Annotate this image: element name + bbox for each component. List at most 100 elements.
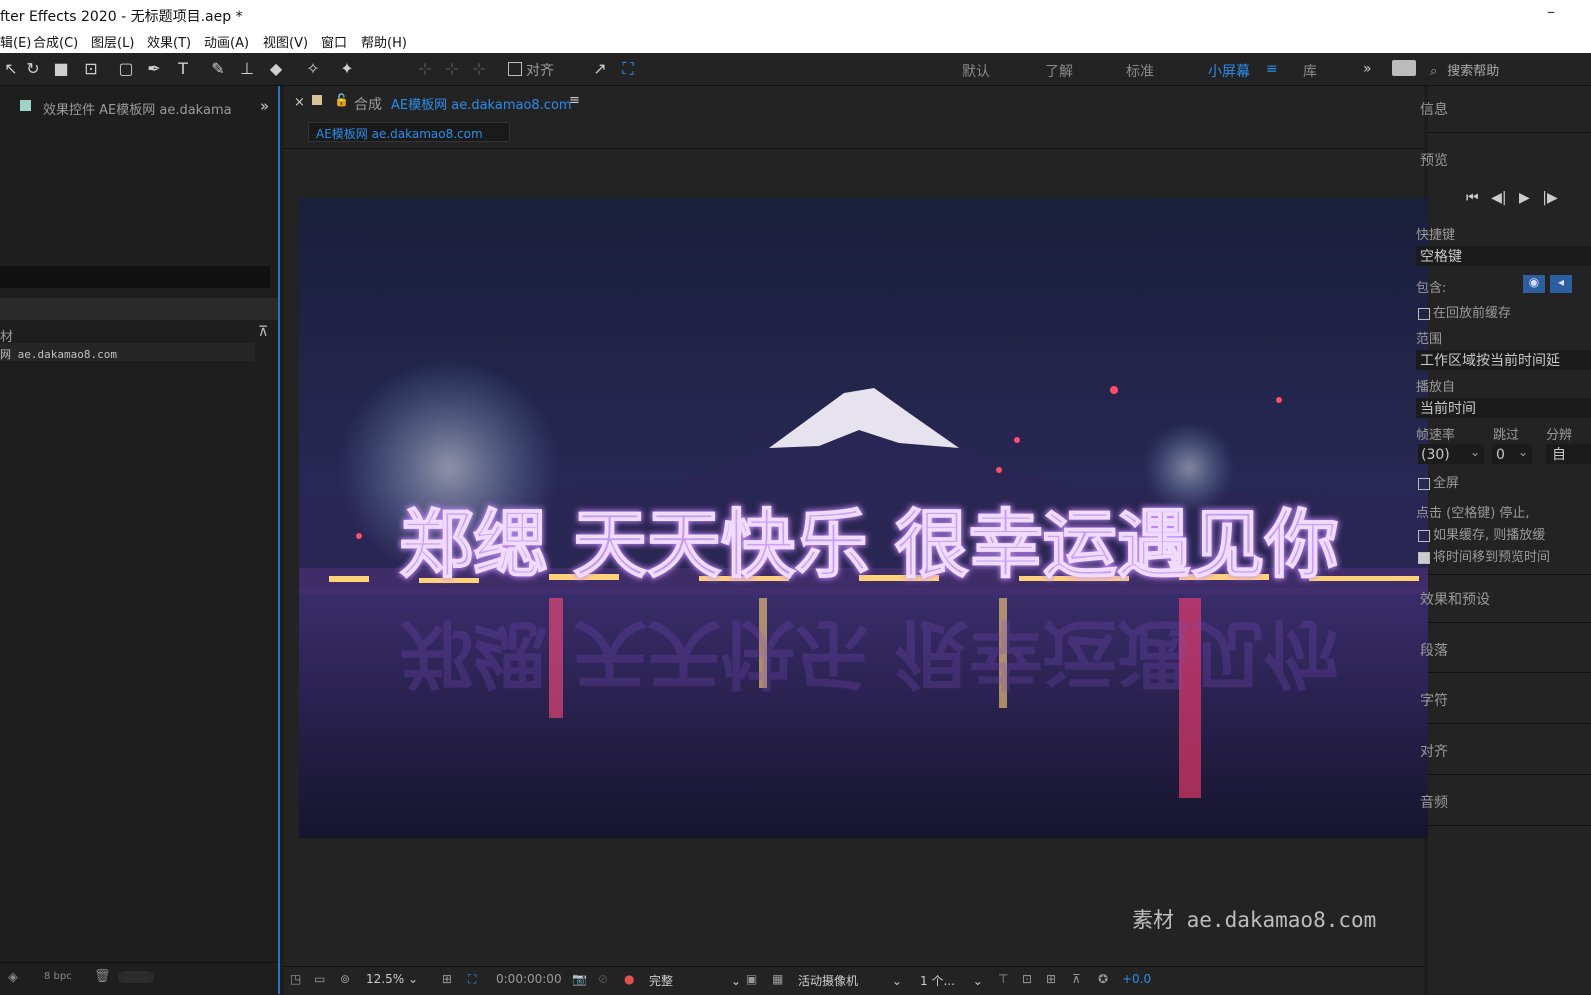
- menu-window[interactable]: 窗口: [321, 32, 347, 51]
- snapshot-icon[interactable]: 📷: [572, 972, 587, 986]
- axis-world-icon[interactable]: ⊹: [441, 59, 463, 79]
- cache-checkbox[interactable]: [1418, 307, 1430, 320]
- project-search-field[interactable]: [0, 266, 270, 288]
- preview-panel-label[interactable]: 预览: [1420, 150, 1448, 170]
- menu-animation[interactable]: 动画(A): [204, 32, 249, 51]
- text-tool-icon[interactable]: T: [172, 59, 194, 79]
- reset-exposure-icon[interactable]: ✪: [1098, 972, 1108, 986]
- selection-tool-icon[interactable]: ↖: [0, 59, 22, 79]
- skip-select[interactable]: 0 ⌄: [1492, 444, 1532, 464]
- workspace-default[interactable]: 默认: [962, 61, 990, 81]
- play-from-select[interactable]: 当前时间: [1416, 398, 1591, 418]
- resolution-preview-select[interactable]: 自: [1546, 444, 1591, 464]
- brush-tool-icon[interactable]: ✎: [207, 59, 229, 79]
- pixel-aspect-icon[interactable]: ⊤: [998, 972, 1008, 986]
- transparency-grid-icon[interactable]: ▦: [772, 972, 783, 986]
- always-preview-icon[interactable]: ◳: [290, 972, 301, 986]
- bit-depth-button[interactable]: 8 bpc: [44, 971, 72, 982]
- menu-layer[interactable]: 图层(L): [91, 32, 134, 51]
- puppet-tool-icon[interactable]: ✦: [336, 59, 358, 79]
- camera-select[interactable]: 活动摄像机 ⌄: [798, 972, 902, 989]
- comp-tab-name[interactable]: AE模板网 ae.dakamao8.com: [391, 94, 572, 113]
- snap-icon[interactable]: ↗: [589, 59, 611, 79]
- pan-behind-tool-icon[interactable]: ⊡: [80, 59, 102, 79]
- audio-panel-label[interactable]: 音频: [1420, 792, 1448, 812]
- trash-icon[interactable]: 🗑: [94, 969, 111, 984]
- composition-viewer[interactable]: 郑缌 天天快乐 很幸运遇见你 郑缌 天天快乐 很幸运遇见你 郑缌 天天快乐 很幸…: [299, 198, 1439, 838]
- pen-tool-icon[interactable]: ✒: [143, 59, 165, 79]
- help-search[interactable]: ⌕ 搜索帮助: [1430, 60, 1591, 79]
- move-time-checkbox[interactable]: [1418, 551, 1430, 564]
- workspace-menu-icon[interactable]: ≡: [1266, 61, 1278, 77]
- mask-visibility-icon[interactable]: ⛶: [468, 972, 476, 987]
- zoom-select[interactable]: 12.5% ⌄: [366, 972, 418, 986]
- video-toggle-icon[interactable]: ◉: [1523, 275, 1545, 293]
- comp-tab-prefix[interactable]: 合成: [354, 94, 382, 114]
- minimize-button[interactable]: –: [1547, 2, 1555, 21]
- exposure-value[interactable]: +0.0: [1122, 972, 1151, 986]
- axis-view-icon[interactable]: ⊹: [468, 59, 490, 79]
- menu-view[interactable]: 视图(V): [263, 32, 308, 51]
- snap-options-icon[interactable]: ⛶: [617, 59, 639, 79]
- move-time-option[interactable]: 将时间移到预览时间: [1418, 546, 1550, 565]
- project-item-row[interactable]: 网 ae.dakamao8.com: [0, 343, 255, 361]
- flowchart-icon[interactable]: ⊼: [258, 324, 268, 340]
- range-select[interactable]: 工作区域按当前时间延: [1416, 350, 1591, 370]
- axis-local-icon[interactable]: ⊹: [414, 59, 436, 79]
- interpret-footage-icon[interactable]: ◈: [8, 970, 18, 985]
- shortcut-select[interactable]: 空格键: [1416, 246, 1591, 266]
- if-cached-checkbox[interactable]: [1418, 529, 1430, 542]
- resolution-select[interactable]: 完整 ⌄: [649, 972, 741, 989]
- rotate-tool-icon[interactable]: ↻: [22, 59, 44, 79]
- fast-previews-icon[interactable]: ⊡: [1022, 972, 1032, 986]
- menu-edit[interactable]: 辑(E): [0, 32, 31, 51]
- 3d-glasses-icon[interactable]: ⊚: [340, 972, 350, 986]
- timeline-icon[interactable]: ⊞: [1046, 972, 1056, 986]
- info-panel-label[interactable]: 信息: [1420, 99, 1448, 119]
- views-select[interactable]: 1 个... ⌄: [920, 972, 983, 989]
- play-icon[interactable]: ▶: [1519, 190, 1530, 206]
- audio-toggle-icon[interactable]: ◂: [1550, 275, 1572, 293]
- fullscreen-checkbox[interactable]: [1418, 477, 1430, 490]
- character-label[interactable]: 字符: [1420, 690, 1448, 710]
- effect-controls-tab[interactable]: 效果控件 AE模板网 ae.dakama: [43, 99, 232, 118]
- workspace-standard[interactable]: 标准: [1126, 61, 1154, 81]
- fps-select[interactable]: (30) ⌄: [1418, 444, 1484, 464]
- rectangle-tool-icon[interactable]: ▢: [115, 59, 137, 79]
- safe-zones-icon[interactable]: ⊞: [442, 972, 452, 986]
- timecode[interactable]: 0:00:00:00: [496, 972, 562, 986]
- align-checkbox[interactable]: [508, 62, 522, 76]
- menu-effect[interactable]: 效果(T): [147, 32, 191, 51]
- first-frame-icon[interactable]: ⏮: [1466, 190, 1479, 206]
- workspace-overflow-icon[interactable]: »: [1363, 61, 1372, 77]
- fullscreen-option[interactable]: 全屏: [1418, 472, 1459, 491]
- workspace-learn[interactable]: 了解: [1045, 61, 1073, 81]
- align-panel-label[interactable]: 对齐: [1420, 741, 1448, 761]
- roto-brush-tool-icon[interactable]: ✧: [302, 59, 324, 79]
- color-channel-icon[interactable]: ●: [624, 972, 634, 986]
- comp-breadcrumb[interactable]: AE模板网 ae.dakamao8.com: [308, 122, 510, 142]
- workspace-library[interactable]: 库: [1303, 61, 1317, 81]
- lock-icon[interactable]: 🔓: [334, 93, 349, 107]
- cache-before-playback[interactable]: 在回放前缓存: [1418, 302, 1511, 321]
- next-frame-icon[interactable]: |▶: [1542, 190, 1557, 206]
- workspace-small-screen[interactable]: 小屏幕: [1208, 61, 1250, 81]
- camera-tool-icon[interactable]: ■: [50, 59, 72, 79]
- menu-help[interactable]: 帮助(H): [361, 32, 407, 51]
- monitor-icon[interactable]: ▭: [314, 972, 325, 986]
- show-snapshot-icon[interactable]: ⊘: [598, 972, 608, 986]
- menu-composition[interactable]: 合成(C): [33, 32, 78, 51]
- comp-panel-menu-icon[interactable]: ≡: [569, 93, 580, 108]
- prev-frame-icon[interactable]: ◀|: [1491, 190, 1506, 206]
- sync-settings-icon[interactable]: [1392, 60, 1416, 76]
- if-cached-option[interactable]: 如果缓存, 则播放缓: [1418, 524, 1545, 543]
- stamp-tool-icon[interactable]: ⊥: [236, 59, 258, 79]
- footer-scrollbar[interactable]: [118, 971, 154, 983]
- paragraph-label[interactable]: 段落: [1420, 640, 1448, 660]
- region-of-interest-icon[interactable]: ▣: [746, 972, 757, 986]
- eraser-tool-icon[interactable]: ◆: [265, 59, 287, 79]
- left-panel-overflow-icon[interactable]: »: [260, 97, 269, 115]
- effects-presets-label[interactable]: 效果和预设: [1420, 589, 1490, 609]
- close-tab-icon[interactable]: ×: [294, 95, 305, 110]
- comp-flowchart-icon[interactable]: ⊼: [1072, 972, 1081, 986]
